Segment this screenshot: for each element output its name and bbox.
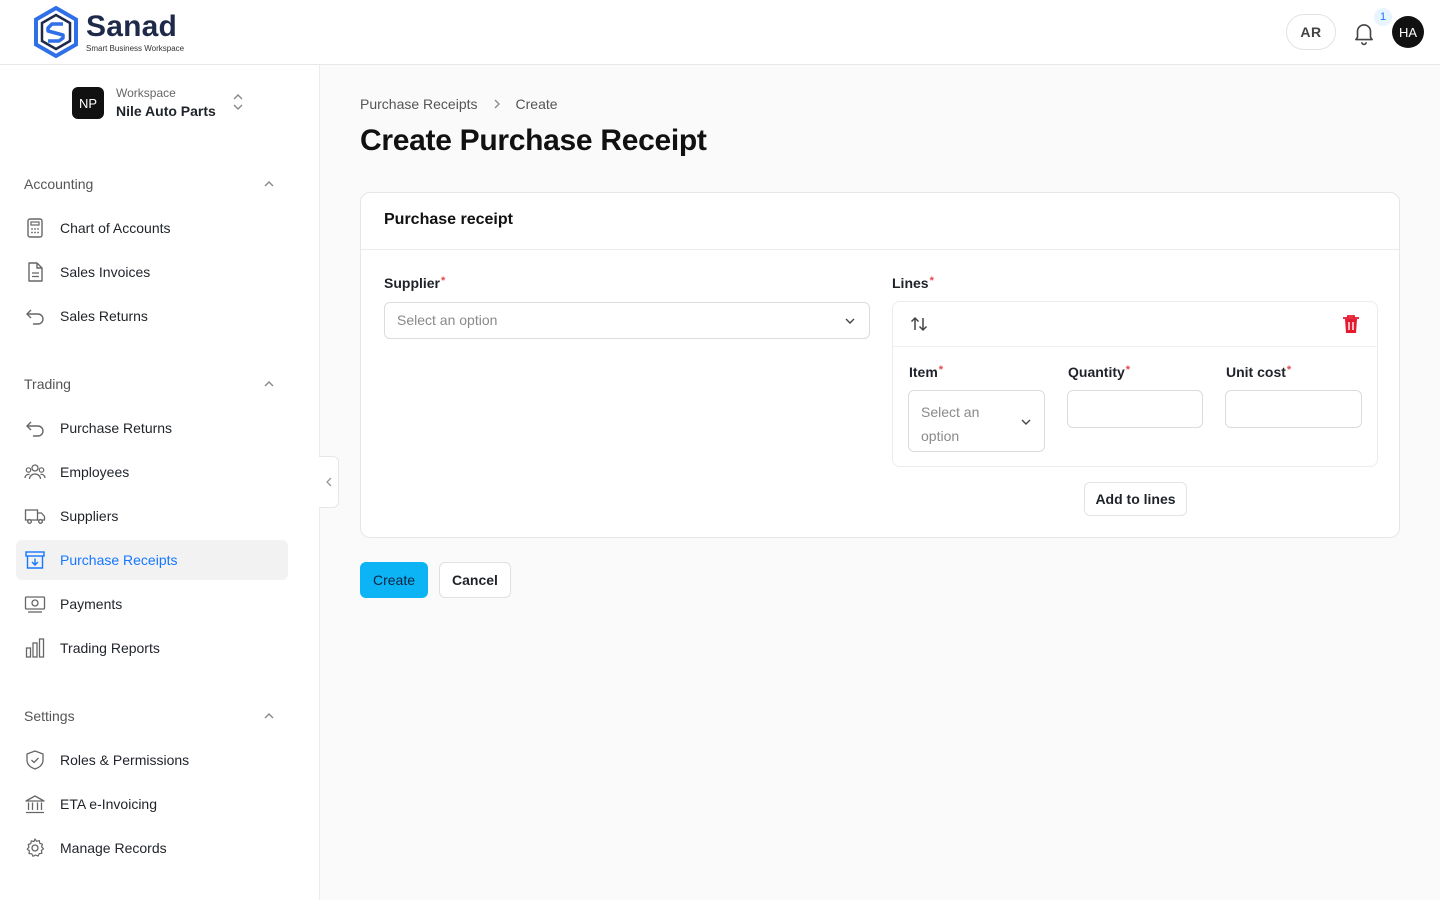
truck-icon: [24, 505, 46, 527]
bank-icon: [24, 793, 46, 815]
bell-icon[interactable]: [1351, 20, 1377, 46]
breadcrumb-current: Create: [515, 96, 558, 112]
chevron-down-icon: [1021, 419, 1031, 425]
users-icon: [24, 461, 46, 483]
brand-name: Sanad: [86, 9, 178, 43]
breadcrumb-parent-link[interactable]: Purchase Receipts: [360, 96, 478, 112]
chevron-up-icon[interactable]: [262, 709, 276, 723]
inbox-download-icon: [24, 549, 46, 571]
sidebar-section-trading[interactable]: Trading: [24, 376, 71, 392]
sidebar-item-label: Sales Invoices: [60, 264, 151, 280]
trash-icon[interactable]: [1341, 313, 1361, 335]
workspace-label: Workspace: [116, 86, 176, 100]
supplier-select-placeholder: Select an option: [397, 312, 498, 328]
sidebar-item-chart-of-accounts[interactable]: Chart of Accounts: [16, 208, 288, 248]
sidebar-item-sales-invoices[interactable]: Sales Invoices: [16, 252, 288, 292]
sidebar-collapse-toggle[interactable]: [319, 456, 339, 508]
create-button[interactable]: Create: [360, 562, 428, 598]
sidebar-item-trading-reports[interactable]: Trading Reports: [16, 628, 288, 668]
sidebar-item-label: Suppliers: [60, 508, 119, 524]
sidebar-item-eta-e-invoicing[interactable]: ETA e-Invoicing: [16, 784, 288, 824]
chevron-right-icon: [494, 99, 500, 109]
sidebar-item-payments[interactable]: Payments: [16, 584, 288, 624]
shield-check-icon: [24, 749, 46, 771]
language-toggle-button[interactable]: AR: [1286, 14, 1336, 50]
workspace-name: Nile Auto Parts: [116, 103, 216, 119]
breadcrumb: Purchase Receipts Create: [360, 96, 558, 112]
sidebar-item-employees[interactable]: Employees: [16, 452, 288, 492]
sidebar-item-roles-permissions[interactable]: Roles & Permissions: [16, 740, 288, 780]
line-entry-panel: Item* Select an option Quantity* Unit cos…: [892, 301, 1378, 467]
unit-cost-label: Unit cost*: [1226, 364, 1292, 380]
card-title: Purchase receipt: [384, 211, 513, 228]
sidebar-section-accounting[interactable]: Accounting: [24, 176, 93, 192]
return-arrow-icon: [24, 305, 46, 327]
sidebar-item-purchase-returns[interactable]: Purchase Returns: [16, 408, 288, 448]
sanad-logo-icon: [34, 6, 78, 58]
sidebar-item-sales-returns[interactable]: Sales Returns: [16, 296, 288, 336]
sidebar-item-label: Roles & Permissions: [60, 752, 190, 768]
supplier-label: Supplier*: [384, 275, 446, 291]
gear-icon: [24, 837, 46, 859]
sidebar-item-manage-records[interactable]: Manage Records: [16, 828, 288, 868]
item-label: Item*: [909, 364, 944, 380]
sidebar-item-label: ETA e-Invoicing: [60, 796, 158, 812]
user-avatar[interactable]: HA: [1392, 16, 1424, 48]
sidebar-item-label: Trading Reports: [60, 640, 160, 656]
sidebar-item-purchase-receipts[interactable]: Purchase Receipts: [16, 540, 288, 580]
notification-count-badge: 1: [1374, 8, 1392, 26]
brand-tagline: Smart Business Workspace: [86, 43, 185, 53]
sidebar-item-label: Chart of Accounts: [60, 220, 171, 236]
chevron-left-icon: [325, 477, 331, 487]
unit-cost-input[interactable]: [1225, 390, 1362, 428]
quantity-label: Quantity*: [1068, 364, 1131, 380]
return-arrow-icon: [24, 417, 46, 439]
chevron-up-icon[interactable]: [262, 377, 276, 391]
sort-arrows-icon[interactable]: [909, 314, 929, 334]
sidebar-item-label: Payments: [60, 596, 123, 612]
lines-label: Lines*: [892, 275, 934, 291]
page-title: Create Purchase Receipt: [360, 124, 707, 157]
sidebar-item-label: Purchase Receipts: [60, 552, 178, 568]
cancel-button[interactable]: Cancel: [439, 562, 511, 598]
calculator-icon: [24, 217, 46, 239]
sidebar-item-label: Purchase Returns: [60, 420, 173, 436]
top-bar: Sanad Smart Business Workspace AR 1 HA: [0, 0, 1440, 65]
banknote-icon: [24, 593, 46, 615]
add-to-lines-button[interactable]: Add to lines: [1084, 482, 1187, 516]
sidebar-item-label: Employees: [60, 464, 130, 480]
chevron-up-icon[interactable]: [262, 177, 276, 191]
sidebar-item-suppliers[interactable]: Suppliers: [16, 496, 288, 536]
sidebar-item-label: Manage Records: [60, 840, 167, 856]
bar-chart-icon: [24, 637, 46, 659]
document-icon: [24, 261, 46, 283]
quantity-input[interactable]: [1067, 390, 1203, 428]
sidebar: NP Workspace Nile Auto Parts Accounting …: [0, 65, 320, 900]
brand-logo[interactable]: Sanad Smart Business Workspace: [32, 6, 184, 58]
sidebar-section-settings[interactable]: Settings: [24, 708, 75, 724]
card-header: Purchase receipt: [361, 193, 1399, 250]
workspace-switcher[interactable]: NP Workspace Nile Auto Parts: [72, 85, 243, 121]
purchase-receipt-card: Purchase receipt Supplier* Select an opt…: [360, 192, 1400, 538]
sidebar-item-label: Sales Returns: [60, 308, 148, 324]
item-select-placeholder: Select an option: [921, 404, 980, 444]
chevron-up-down-icon: [233, 94, 243, 110]
chevron-down-icon: [845, 318, 855, 324]
supplier-select[interactable]: Select an option: [384, 302, 870, 339]
item-select[interactable]: Select an option: [908, 390, 1045, 452]
line-entry-header: [893, 302, 1377, 347]
workspace-badge: NP: [72, 87, 104, 119]
